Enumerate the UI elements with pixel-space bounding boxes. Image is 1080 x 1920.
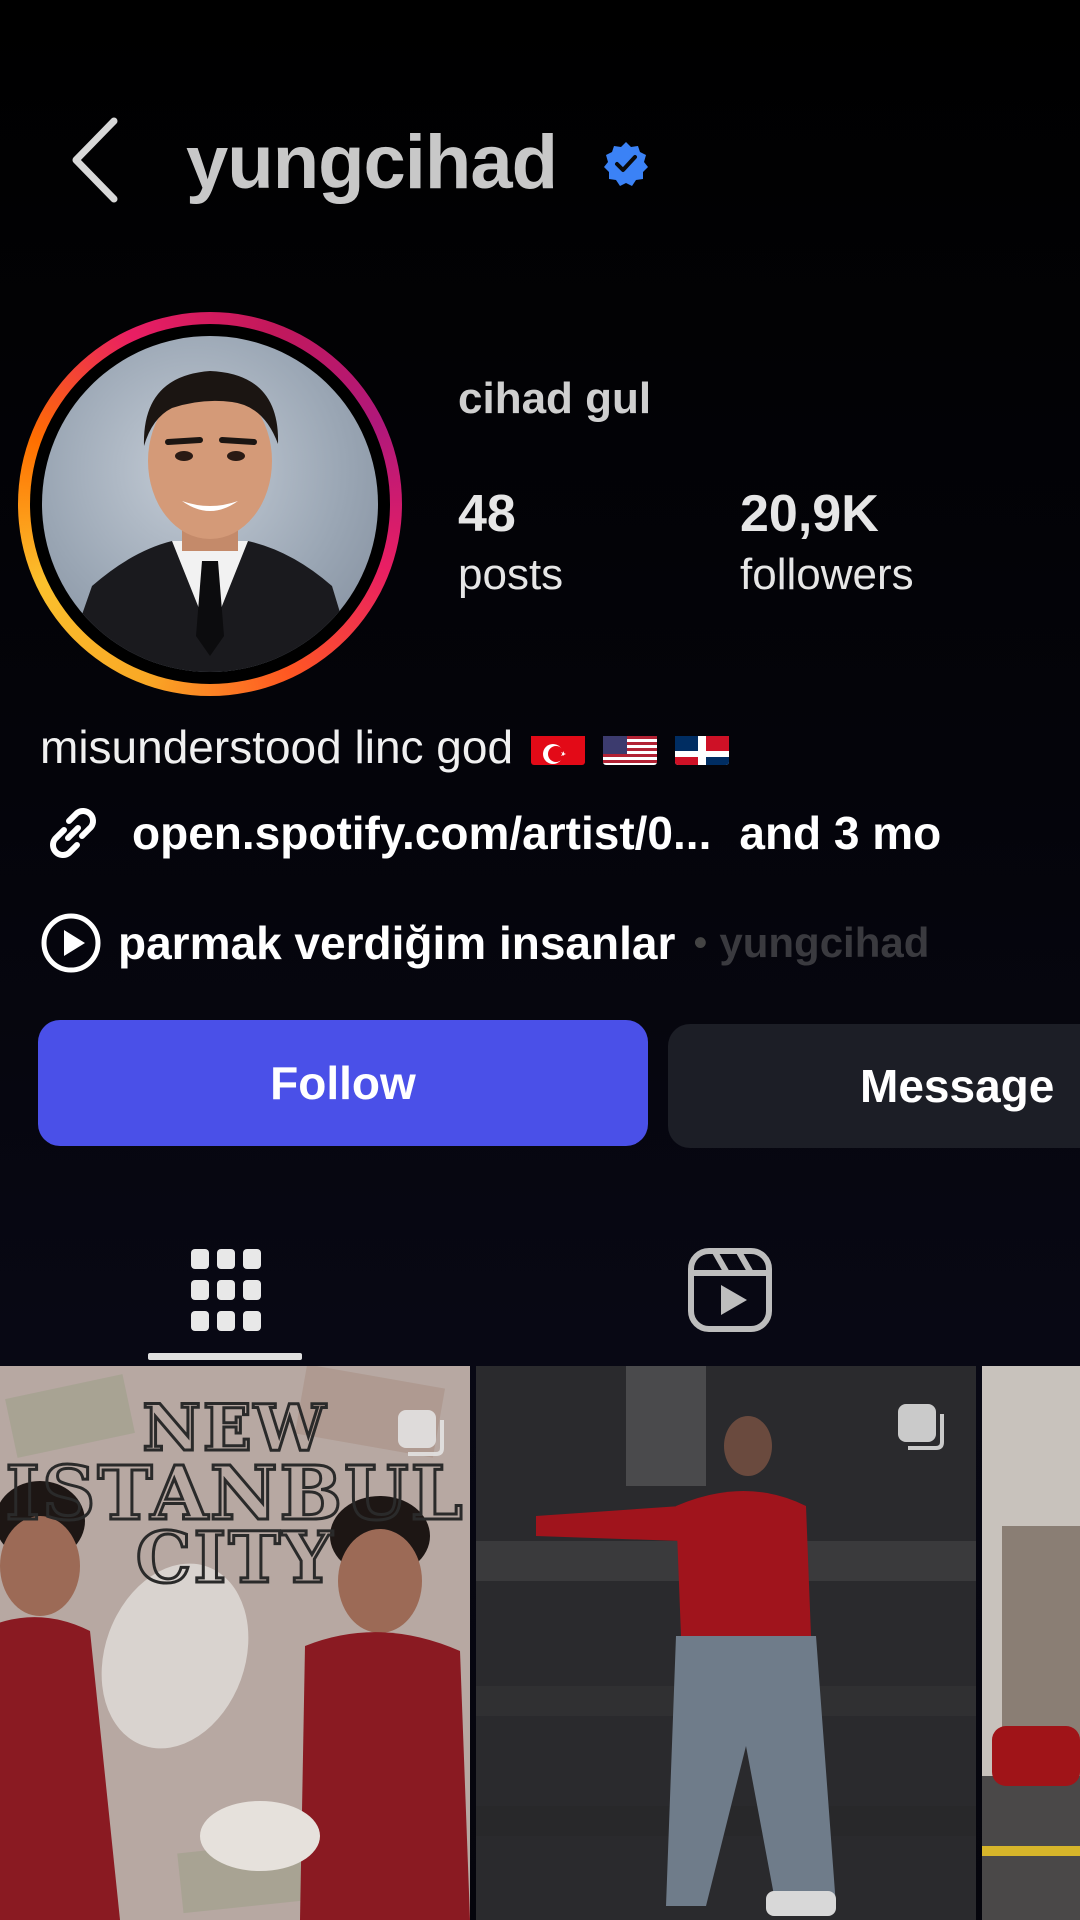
- playlist-separator: •: [693, 920, 708, 965]
- flag-dominican-republic-icon: [675, 729, 730, 765]
- follow-button[interactable]: Follow: [38, 1020, 648, 1146]
- display-name: cihad gul: [458, 374, 652, 423]
- bio-link[interactable]: open.spotify.com/artist/0... and 3 mo: [40, 798, 941, 868]
- post-thumbnail[interactable]: [982, 1366, 1080, 1920]
- back-button[interactable]: [60, 110, 130, 210]
- bio: misunderstood linc god: [40, 720, 730, 774]
- posts-count[interactable]: 48: [458, 484, 516, 544]
- message-button-label: Message: [860, 1060, 1055, 1112]
- post-thumbnail[interactable]: [476, 1366, 976, 1920]
- reels-icon: [688, 1248, 772, 1332]
- profile-username: yungcihad: [186, 120, 558, 205]
- bio-text: misunderstood linc god: [40, 721, 514, 773]
- active-tab-indicator: [148, 1353, 302, 1360]
- message-button[interactable]: Message: [668, 1024, 1080, 1148]
- link-text[interactable]: open.spotify.com/artist/0...: [132, 806, 711, 860]
- post-image: [982, 1366, 1080, 1920]
- verified-badge-icon: [604, 142, 648, 186]
- flag-turkey-icon: [531, 729, 586, 765]
- flag-usa-icon: [603, 729, 658, 765]
- link-icon: [50, 808, 96, 858]
- pinned-playlist[interactable]: parmak verdiğim insanlar • yungcihad: [40, 908, 929, 978]
- playlist-owner[interactable]: yungcihad: [719, 919, 929, 967]
- avatar-portrait: [62, 371, 358, 672]
- play-circle-icon: [41, 913, 101, 973]
- tab-posts-grid[interactable]: [148, 1220, 304, 1360]
- chevron-left-icon: [72, 117, 118, 203]
- posts-label[interactable]: posts: [458, 550, 563, 600]
- link-more[interactable]: and 3 mo: [739, 806, 941, 860]
- multiple-posts-icon: [898, 1404, 944, 1450]
- playlist-title[interactable]: parmak verdiğim insanlar: [118, 916, 675, 970]
- followers-label[interactable]: followers: [740, 550, 914, 600]
- grid-icon: [191, 1249, 261, 1331]
- followers-count[interactable]: 20,9K: [740, 484, 879, 544]
- post-overlay-text: CITY: [134, 1515, 335, 1601]
- post-thumbnail[interactable]: NEW ISTANBUL CITY: [0, 1366, 470, 1920]
- avatar[interactable]: [42, 336, 378, 672]
- tab-reels[interactable]: [660, 1220, 800, 1360]
